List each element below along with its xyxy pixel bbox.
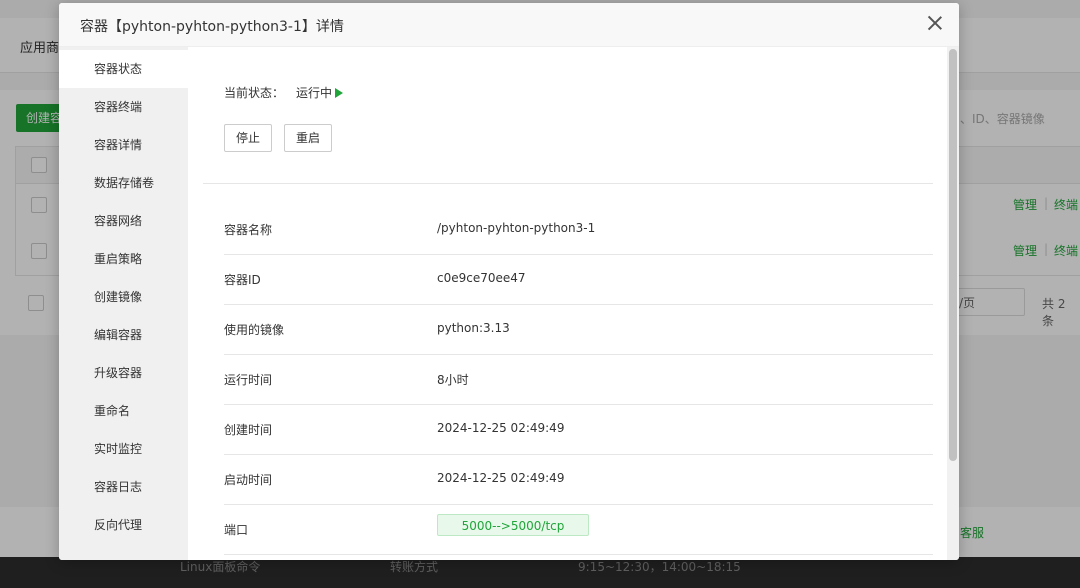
info-key: 创建时间: [224, 423, 273, 437]
container-detail-modal: 容器【pyhton-pyhton-python3-1】详情 容器状态 容器终端 …: [59, 3, 959, 560]
info-row-container-name: 容器名称 /pyhton-pyhton-python3-1: [224, 204, 933, 255]
side-menu: 容器状态 容器终端 容器详情 数据存储卷 容器网络 重启策略 创建镜像 编辑容器…: [59, 47, 188, 560]
side-item-volumes[interactable]: 数据存储卷: [59, 164, 188, 202]
side-item-network[interactable]: 容器网络: [59, 202, 188, 240]
info-value: /pyhton-pyhton-python3-1: [437, 221, 596, 235]
info-row-image: 使用的镜像 python:3.13: [224, 304, 933, 355]
status-value: 运行中: [296, 86, 333, 100]
info-value: 2024-12-25 02:49:49: [437, 421, 565, 435]
stop-button[interactable]: 停止: [224, 124, 273, 152]
modal-header: 容器【pyhton-pyhton-python3-1】详情: [59, 3, 959, 47]
info-key: 启动时间: [224, 473, 273, 487]
info-key: 容器ID: [224, 273, 261, 287]
side-item-rename[interactable]: 重命名: [59, 392, 188, 430]
close-icon[interactable]: [925, 11, 945, 35]
side-item-container-details[interactable]: 容器详情: [59, 126, 188, 164]
info-key: 使用的镜像: [224, 323, 285, 337]
info-row-started-time: 启动时间 2024-12-25 02:49:49: [224, 454, 933, 505]
side-item-edit-container[interactable]: 编辑容器: [59, 316, 188, 354]
info-value: 8小时: [437, 373, 469, 387]
restart-button[interactable]: 重启: [284, 124, 333, 152]
side-item-create-image[interactable]: 创建镜像: [59, 278, 188, 316]
divider: [203, 183, 933, 184]
side-item-reverse-proxy[interactable]: 反向代理: [59, 506, 188, 544]
port-tag: 5000-->5000/tcp: [437, 514, 589, 536]
info-row-uptime: 运行时间 8小时: [224, 354, 933, 405]
play-icon: [335, 88, 344, 98]
info-key: 容器名称: [224, 223, 273, 237]
side-item-container-terminal[interactable]: 容器终端: [59, 88, 188, 126]
status-row: 当前状态： 运行中: [224, 84, 344, 101]
info-value: python:3.13: [437, 321, 510, 335]
info-value: c0e9ce70ee47: [437, 271, 526, 285]
side-item-logs[interactable]: 容器日志: [59, 468, 188, 506]
info-value: 2024-12-25 02:49:49: [437, 471, 565, 485]
side-item-container-status[interactable]: 容器状态: [59, 50, 188, 88]
side-item-upgrade-container[interactable]: 升级容器: [59, 354, 188, 392]
info-row-port: 端口 5000-->5000/tcp: [224, 504, 933, 555]
info-row-container-id: 容器ID c0e9ce70ee47: [224, 254, 933, 305]
info-row-created-time: 创建时间 2024-12-25 02:49:49: [224, 404, 933, 455]
scrollbar-thumb[interactable]: [949, 49, 957, 461]
status-label: 当前状态：: [224, 86, 285, 100]
modal-title: 容器【pyhton-pyhton-python3-1】详情: [80, 19, 344, 35]
info-key: 运行时间: [224, 373, 273, 387]
side-item-monitor[interactable]: 实时监控: [59, 430, 188, 468]
info-key: 端口: [224, 523, 249, 537]
status-panel: 当前状态： 运行中 停止 重启 容器名称 /pyhton-pyhton-pytho…: [188, 47, 946, 560]
side-item-restart-policy[interactable]: 重启策略: [59, 240, 188, 278]
